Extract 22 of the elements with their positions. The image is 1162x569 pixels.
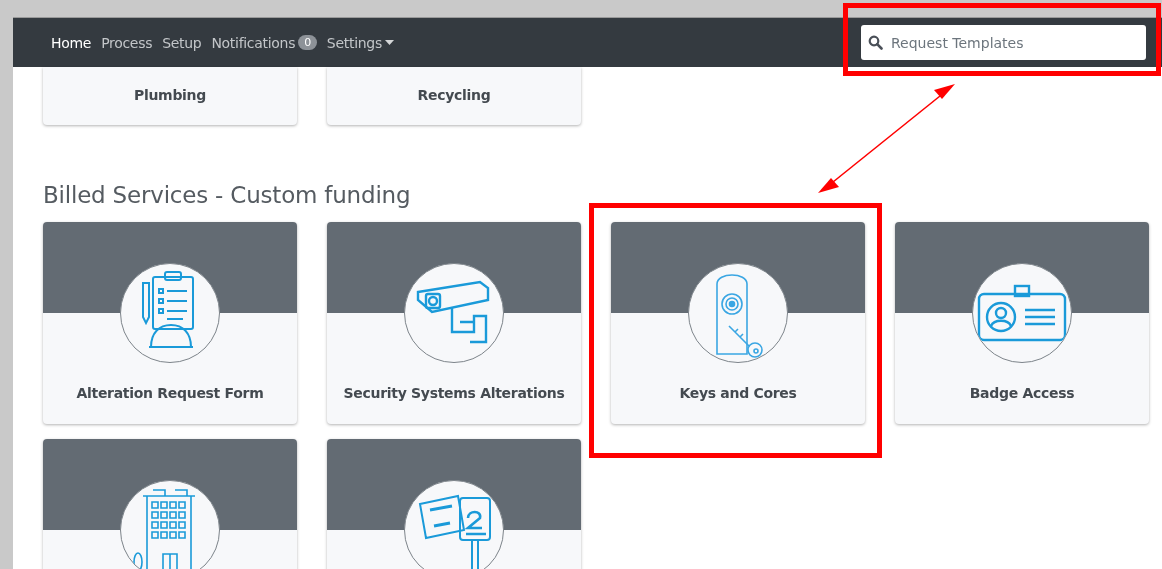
service-card[interactable]: Keys and Cores bbox=[611, 222, 865, 424]
nav-link[interactable]: Settings bbox=[326, 34, 400, 51]
search-field[interactable]: Request Templates bbox=[861, 25, 1146, 60]
nav-link[interactable]: Setup bbox=[162, 34, 208, 51]
nav-link[interactable]: Home bbox=[51, 34, 98, 51]
caret-icon bbox=[384, 40, 394, 45]
id-badge-icon bbox=[977, 284, 1067, 342]
service-card[interactable]: Plumbing bbox=[43, 67, 297, 125]
service-card[interactable]: Badge Access bbox=[895, 222, 1149, 424]
card-label: Keys and Cores bbox=[679, 385, 797, 401]
section-heading: Billed Services - Custom funding bbox=[43, 182, 412, 208]
card-label: Security Systems Alterations bbox=[343, 385, 565, 401]
card-label: Alteration Request Form bbox=[76, 385, 264, 401]
service-card[interactable]: Recycling bbox=[327, 67, 581, 125]
card-label: Plumbing bbox=[134, 87, 206, 103]
card-label: Recycling bbox=[417, 87, 491, 103]
service-card[interactable]: Alteration Request Form bbox=[43, 222, 297, 424]
count-badge: 0 bbox=[298, 35, 317, 50]
card-label: Badge Access bbox=[969, 385, 1075, 401]
nav-link[interactable]: Notifications 0 bbox=[211, 34, 323, 51]
service-card[interactable]: Security Systems Alterations bbox=[327, 222, 581, 424]
nav-link[interactable]: Process bbox=[101, 34, 159, 51]
